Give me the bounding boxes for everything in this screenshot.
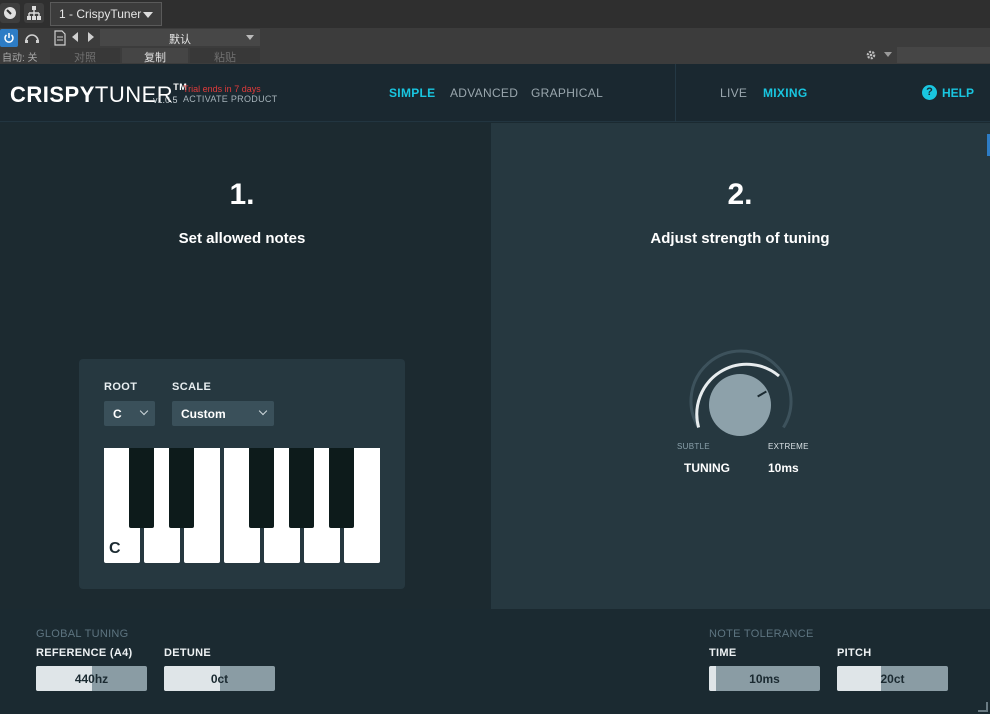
chevron-down-icon xyxy=(139,406,149,416)
knob-menu-icon xyxy=(4,7,16,19)
chevron-down-icon xyxy=(143,12,153,18)
tab-live[interactable]: LIVE xyxy=(720,86,747,100)
plugin-menu-button[interactable] xyxy=(0,3,20,23)
tuning-strength-panel: 2. Adjust strength of tuning SUBTLE EXTR… xyxy=(491,123,990,609)
gear-icon xyxy=(866,50,876,60)
knob-value: 10ms xyxy=(768,461,799,475)
power-button[interactable] xyxy=(0,29,18,47)
help-label: HELP xyxy=(942,85,975,100)
plugin-topbar: CRISPYTUNERTM v1.0.5 Trial ends in 7 day… xyxy=(0,64,990,122)
step-number: 1. xyxy=(229,178,255,211)
piano-key-f-sharp[interactable] xyxy=(249,448,274,528)
step-title: Set allowed notes xyxy=(178,230,306,247)
copy-button[interactable]: 复制 xyxy=(122,48,188,64)
tab-graphical[interactable]: GRAPHICAL xyxy=(531,86,603,100)
pitch-label: PITCH xyxy=(837,647,872,659)
step-number: 2. xyxy=(727,178,753,211)
detune-label: DETUNE xyxy=(164,647,212,659)
chevron-down-icon[interactable] xyxy=(884,52,892,57)
allowed-notes-panel: 1. Set allowed notes ROOT SCALE C Custom… xyxy=(0,123,490,609)
host-toolbar: 1 - CrispyTuner 自动: 关 默认 对照 复制 粘贴 xyxy=(0,0,990,64)
root-value: C xyxy=(113,407,122,421)
scale-label: SCALE xyxy=(172,381,212,393)
piano-key-a-sharp[interactable] xyxy=(329,448,354,528)
tab-mixing[interactable]: MIXING xyxy=(763,86,807,100)
settings-button[interactable] xyxy=(863,47,879,63)
time-slider[interactable]: 10ms xyxy=(709,666,820,691)
pitch-slider[interactable]: 20ct xyxy=(837,666,948,691)
track-name: 1 - CrispyTuner xyxy=(59,7,142,21)
automation-status[interactable]: 自动: 关 xyxy=(2,49,38,64)
previous-preset-icon[interactable] xyxy=(72,32,78,42)
knob-cap[interactable] xyxy=(709,374,771,436)
resize-handle[interactable] xyxy=(978,702,988,712)
tab-simple[interactable]: SIMPLE xyxy=(389,86,435,100)
paste-button[interactable]: 粘贴 xyxy=(190,48,260,64)
preset-selector[interactable]: 默认 xyxy=(100,29,260,46)
tab-advanced[interactable]: ADVANCED xyxy=(450,86,518,100)
knob-name: TUNING xyxy=(684,461,730,475)
time-value: 10ms xyxy=(749,672,780,686)
brand-bold: CRISPY xyxy=(10,82,95,107)
subtle-label: SUBTLE xyxy=(677,442,710,451)
key-label: C xyxy=(109,540,121,557)
notes-card: ROOT SCALE C Custom C xyxy=(79,359,405,589)
host-search-field[interactable] xyxy=(897,47,990,63)
compare-button[interactable]: 对照 xyxy=(50,48,120,64)
crispytuner-plugin: CRISPYTUNERTM v1.0.5 Trial ends in 7 day… xyxy=(0,64,990,714)
headphones-icon xyxy=(25,34,39,43)
chevron-down-icon xyxy=(246,35,254,40)
reference-value: 440hz xyxy=(74,672,109,686)
global-tuning-title: GLOBAL TUNING xyxy=(36,628,129,640)
knob-indicator xyxy=(757,390,767,398)
detune-slider[interactable]: 0ct xyxy=(164,666,275,691)
scale-dropdown[interactable]: Custom xyxy=(172,401,274,426)
reference-label: REFERENCE (A4) xyxy=(36,647,133,659)
extreme-label: EXTREME xyxy=(768,442,809,451)
document-icon[interactable] xyxy=(52,29,68,47)
reference-slider[interactable]: 440hz xyxy=(36,666,147,691)
piano-key-c-sharp[interactable] xyxy=(129,448,154,528)
step-title: Adjust strength of tuning xyxy=(650,230,830,247)
power-icon xyxy=(4,33,14,43)
activate-product-link[interactable]: ACTIVATE PRODUCT xyxy=(183,94,277,104)
root-dropdown[interactable]: C xyxy=(104,401,155,426)
monitor-button[interactable] xyxy=(22,29,42,47)
root-label: ROOT xyxy=(104,381,138,393)
chevron-down-icon xyxy=(258,406,268,416)
note-tolerance-title: NOTE TOLERANCE xyxy=(709,628,814,640)
bottom-controls: GLOBAL TUNING REFERENCE (A4) DETUNE 440h… xyxy=(0,610,990,714)
routing-icon xyxy=(27,6,41,20)
divider xyxy=(675,64,676,122)
piano-keyboard: C xyxy=(104,448,380,563)
scale-value: Custom xyxy=(181,407,226,421)
track-selector[interactable]: 1 - CrispyTuner xyxy=(50,2,162,26)
version-label: v1.0.5 xyxy=(153,95,178,105)
time-label: TIME xyxy=(709,647,737,659)
preset-name: 默认 xyxy=(169,34,191,46)
detune-value: 0ct xyxy=(210,672,229,686)
routing-button[interactable] xyxy=(24,3,44,23)
help-icon: ? xyxy=(922,85,937,100)
piano-key-g-sharp[interactable] xyxy=(289,448,314,528)
next-preset-icon[interactable] xyxy=(88,32,94,42)
help-button[interactable]: ? HELP xyxy=(922,85,974,100)
piano-key-d-sharp[interactable] xyxy=(169,448,194,528)
pitch-value: 20ct xyxy=(880,672,905,686)
trial-notice: Trial ends in 7 days xyxy=(183,84,261,94)
